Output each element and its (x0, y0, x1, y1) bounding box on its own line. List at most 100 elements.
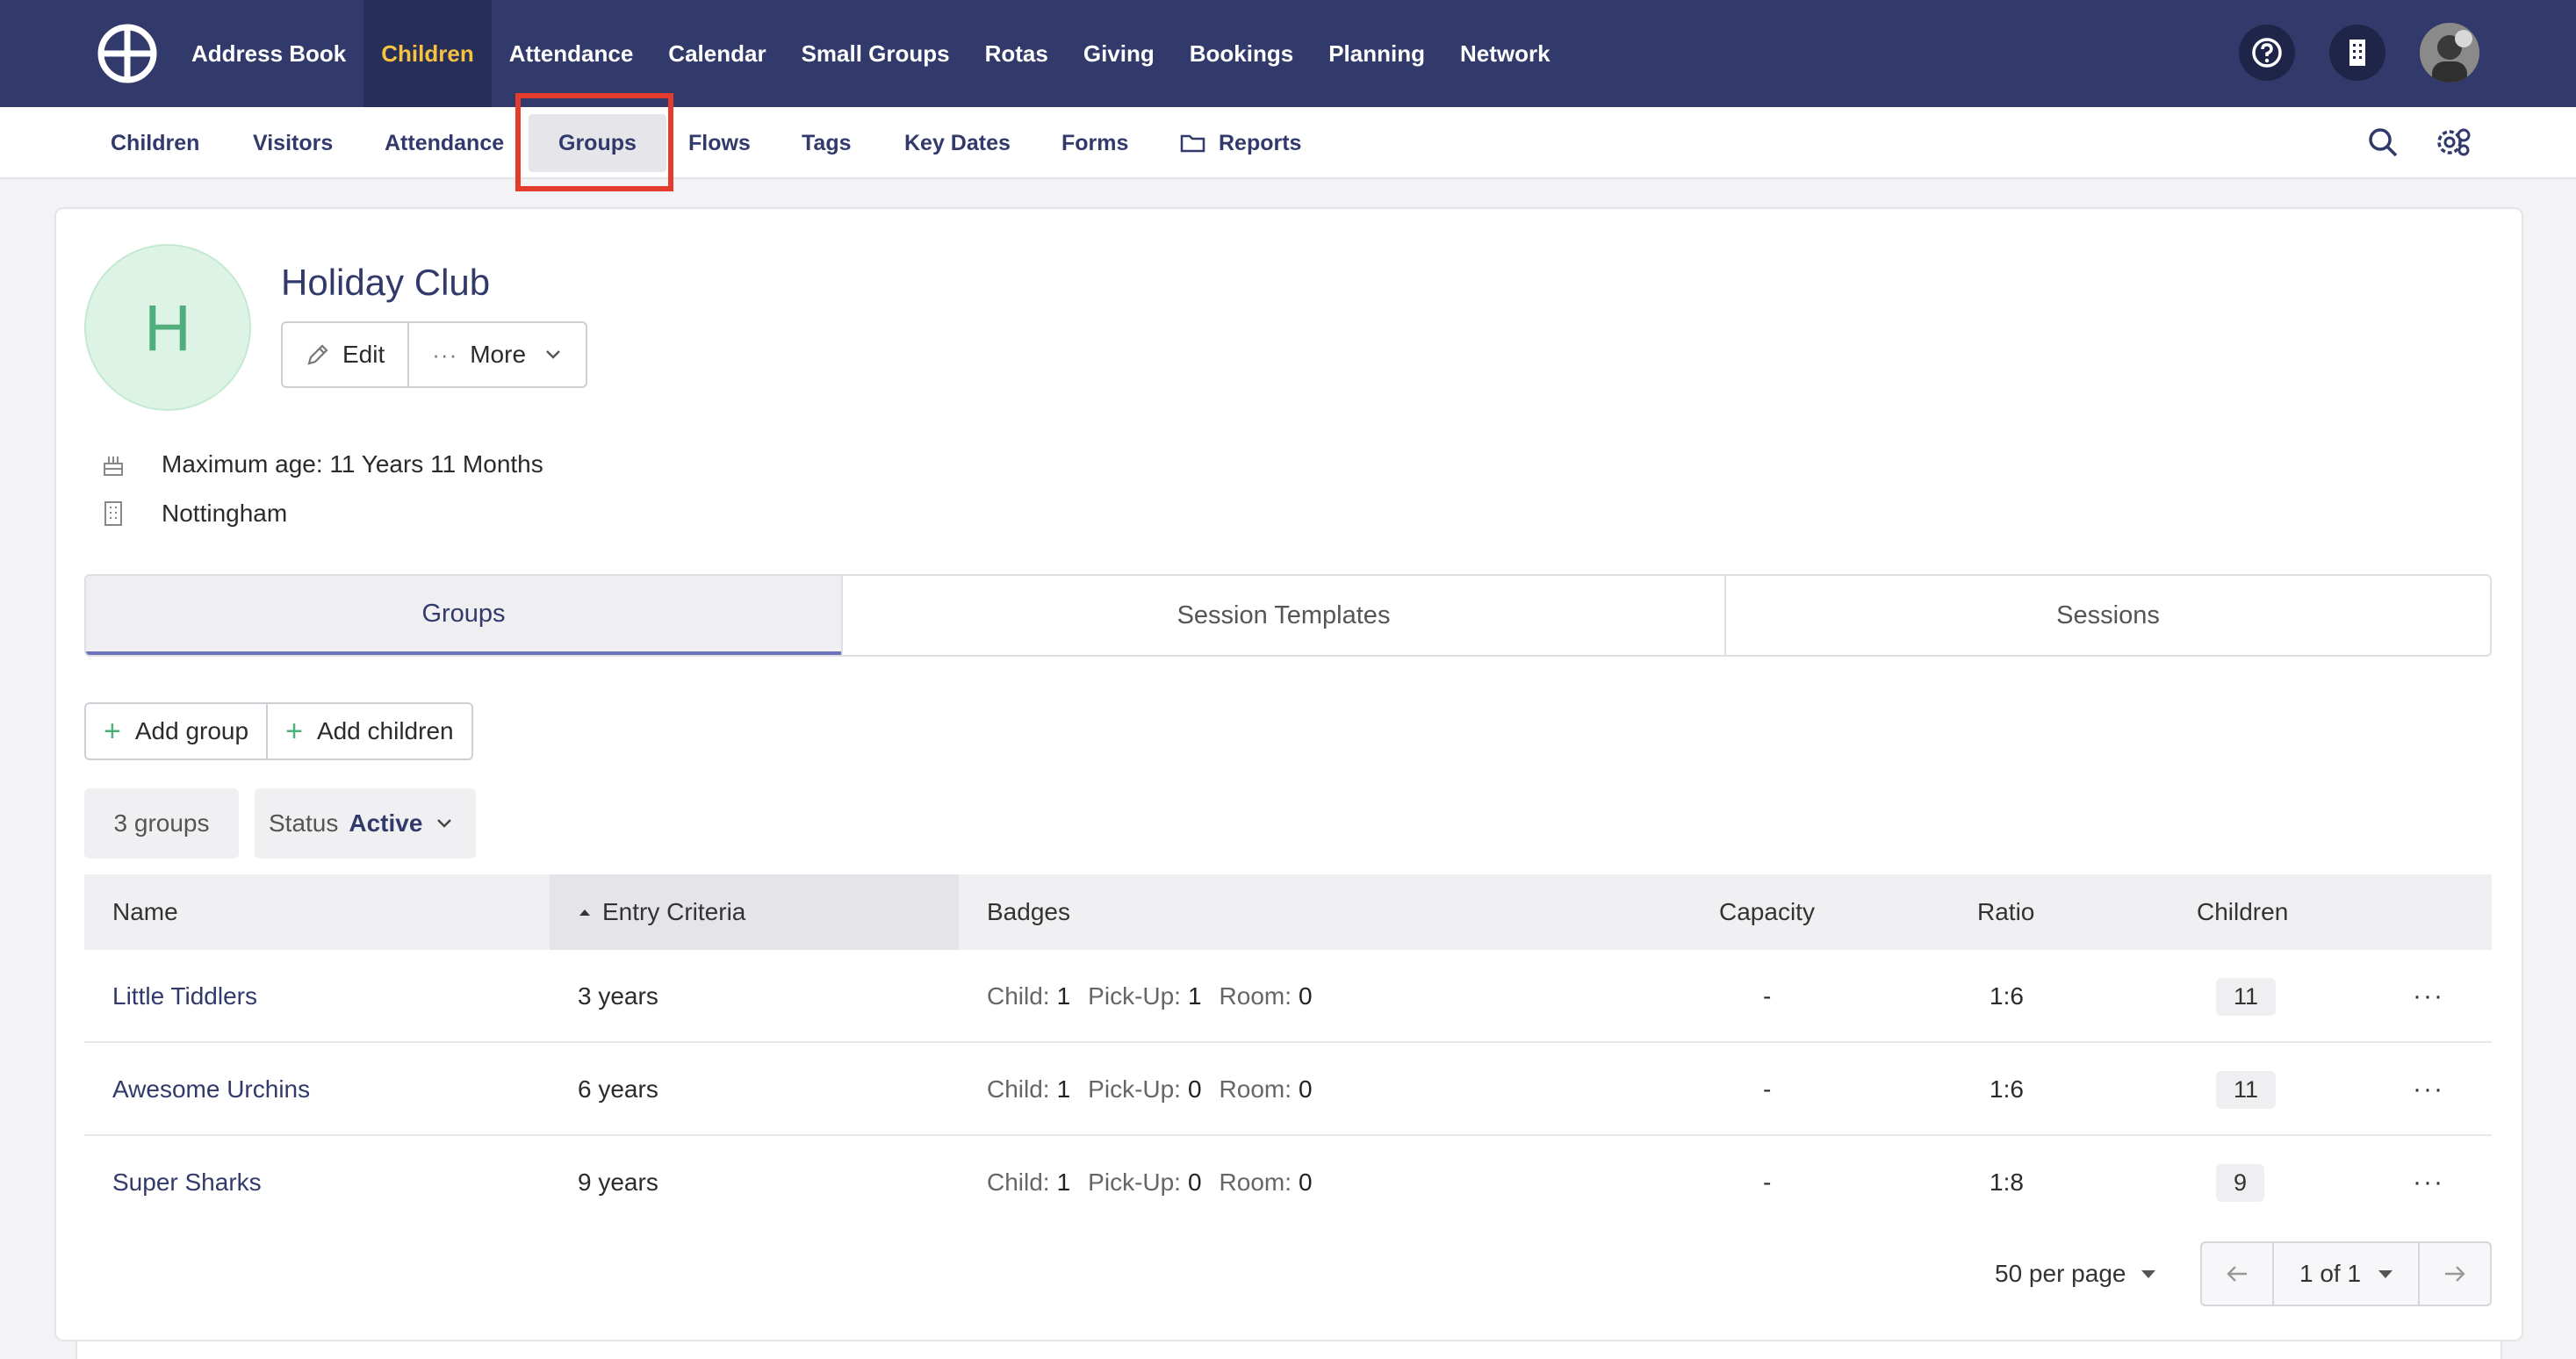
badge-pickup-label: Pick-Up: (1088, 1075, 1181, 1103)
sub-nav-tags[interactable]: Tags (802, 107, 852, 179)
table-row: Super Sharks 9 years Child: 1 Pick-Up: 0 R… (84, 1136, 2492, 1229)
settings-button[interactable] (2434, 123, 2472, 162)
badge-room-label: Room: (1219, 1168, 1292, 1196)
top-nav-calendar[interactable]: Calendar (651, 0, 783, 107)
badge-child-label: Child: (987, 982, 1050, 1010)
add-group-label: Add group (134, 717, 249, 744)
sub-nav-reports-label: Reports (1219, 130, 1302, 155)
building-icon (98, 499, 128, 528)
ratio: 1:6 (1990, 1075, 2024, 1103)
status-filter-value: Active (349, 809, 423, 837)
user-avatar[interactable] (2420, 23, 2479, 83)
top-nav-planning[interactable]: Planning (1311, 0, 1443, 107)
sub-nav-flows[interactable]: Flows (688, 107, 751, 179)
badge-pickup-value: 0 (1187, 1168, 1202, 1196)
sub-nav-reports[interactable]: Reports (1180, 107, 1301, 179)
top-nav-attendance[interactable]: Attendance (492, 0, 651, 107)
row-menu-button[interactable]: ··· (2413, 1043, 2444, 1136)
badge-child-label: Child: (987, 1168, 1050, 1196)
more-label: More (470, 341, 527, 368)
capacity: - (1763, 982, 1772, 1010)
previous-page-button[interactable] (2202, 1243, 2272, 1305)
top-nav-giving[interactable]: Giving (1066, 0, 1172, 107)
row-menu-button[interactable]: ··· (2413, 950, 2444, 1043)
plus-icon: + (285, 715, 303, 748)
chevron-down-icon (437, 819, 452, 828)
column-badges[interactable]: Badges (987, 874, 1070, 950)
location-text: Nottingham (162, 500, 288, 527)
column-capacity[interactable]: Capacity (1719, 874, 1815, 950)
badge-child-value: 1 (1056, 982, 1071, 1010)
folder-icon (1180, 134, 1205, 153)
badges: Child: 1 Pick-Up: 1 Room: 0 (987, 950, 1330, 1043)
search-button[interactable] (2364, 123, 2402, 162)
ellipsis-icon: ··· (432, 341, 458, 368)
page-select[interactable]: 1 of 1 (2272, 1243, 2418, 1305)
column-children[interactable]: Children (2197, 874, 2288, 950)
badge-pickup-label: Pick-Up: (1088, 1168, 1181, 1196)
search-icon (2369, 128, 2398, 157)
organisation-button[interactable] (2329, 25, 2385, 81)
status-filter[interactable]: Status Active (255, 788, 476, 859)
badge-room-label: Room: (1219, 982, 1292, 1010)
row-menu-button[interactable]: ··· (2413, 1136, 2444, 1229)
location-row: Nottingham (98, 499, 287, 528)
page-title: Holiday Club (281, 262, 491, 303)
sub-nav-children[interactable]: Children (111, 107, 199, 179)
ellipsis-icon: ··· (2413, 1168, 2444, 1197)
entry-criteria: 9 years (578, 1168, 658, 1196)
top-nav-children[interactable]: Children (363, 0, 492, 107)
next-card-edge (76, 1341, 2502, 1359)
top-nav-small-groups[interactable]: Small Groups (784, 0, 968, 107)
section-tabs: Groups Session Templates Sessions (84, 574, 2492, 657)
plus-icon: + (104, 715, 121, 748)
per-page-label: 50 per page (1995, 1260, 2126, 1287)
sub-navigation: Children Visitors Attendance Groups Flow… (0, 107, 2576, 179)
add-children-button[interactable]: + Add children (266, 704, 471, 759)
sub-nav-key-dates[interactable]: Key Dates (904, 107, 1011, 179)
column-entry-criteria-label: Entry Criteria (602, 898, 746, 925)
group-name-link[interactable]: Super Sharks (112, 1136, 262, 1229)
edit-button[interactable]: Edit (283, 323, 407, 386)
ratio: 1:6 (1990, 982, 2024, 1010)
top-nav-network[interactable]: Network (1443, 0, 1568, 107)
column-entry-criteria[interactable]: Entry Criteria (550, 874, 959, 950)
badge-room-label: Room: (1219, 1075, 1292, 1103)
group-name-link[interactable]: Little Tiddlers (112, 950, 257, 1043)
badge-child-label: Child: (987, 1075, 1050, 1103)
column-ratio[interactable]: Ratio (1977, 874, 2034, 950)
badges: Child: 1 Pick-Up: 0 Room: 0 (987, 1043, 1330, 1136)
ellipsis-icon: ··· (2413, 1075, 2444, 1104)
sub-nav-visitors[interactable]: Visitors (253, 107, 333, 179)
badge-room-value: 0 (1299, 982, 1313, 1010)
top-nav-bookings[interactable]: Bookings (1172, 0, 1311, 107)
more-button[interactable]: ··· More (407, 323, 586, 386)
help-button[interactable] (2239, 25, 2295, 81)
entry-criteria: 3 years (578, 982, 658, 1010)
max-age-row: Maximum age: 11 Years 11 Months (98, 449, 543, 479)
badges: Child: 1 Pick-Up: 0 Room: 0 (987, 1136, 1330, 1229)
per-page-select[interactable]: 50 per page (1995, 1243, 2156, 1305)
top-nav-address-book[interactable]: Address Book (174, 0, 363, 107)
entity-actions: Edit ··· More (281, 321, 588, 388)
logo-icon[interactable] (97, 23, 158, 84)
entity-avatar: H (84, 244, 251, 411)
column-name[interactable]: Name (112, 874, 178, 950)
badge-room-value: 0 (1299, 1075, 1313, 1103)
badge-pickup-label: Pick-Up: (1088, 982, 1181, 1010)
next-page-button[interactable] (2418, 1243, 2490, 1305)
max-age-text: Maximum age: 11 Years 11 Months (162, 450, 543, 478)
chevron-down-icon (546, 350, 560, 359)
add-group-button[interactable]: + Add group (86, 704, 266, 759)
tab-sessions[interactable]: Sessions (1724, 576, 2490, 655)
sub-nav-forms[interactable]: Forms (1061, 107, 1128, 179)
capacity: - (1763, 1075, 1772, 1103)
sub-nav-attendance[interactable]: Attendance (385, 107, 504, 179)
group-name-link[interactable]: Awesome Urchins (112, 1043, 310, 1136)
badge-room-value: 0 (1299, 1168, 1313, 1196)
tab-session-templates[interactable]: Session Templates (841, 576, 1724, 655)
groups-highlight (515, 93, 673, 191)
tab-groups[interactable]: Groups (86, 576, 841, 655)
table-row: Little Tiddlers 3 years Child: 1 Pick-Up:… (84, 950, 2492, 1043)
top-nav-rotas[interactable]: Rotas (968, 0, 1066, 107)
